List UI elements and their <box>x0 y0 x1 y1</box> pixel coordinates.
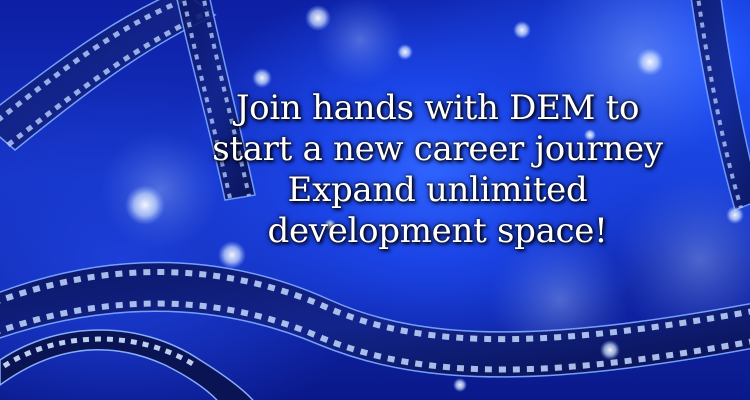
bokeh-dot <box>600 340 620 360</box>
bokeh-dot <box>305 5 331 31</box>
bokeh-dot <box>252 68 272 88</box>
headline-line-1: Join hands with DEM to <box>235 88 640 128</box>
headline-line-2: start a new career journey <box>212 129 663 169</box>
headline-line-3: Expand unlimited <box>287 170 588 210</box>
bokeh-dot <box>513 21 531 39</box>
headline-text: Join hands with DEM to start a new caree… <box>175 88 700 252</box>
bokeh-dot <box>397 44 413 60</box>
bokeh-dot <box>453 378 467 392</box>
bokeh-dot <box>636 48 664 76</box>
bokeh-dot <box>726 206 744 224</box>
recruitment-banner: Join hands with DEM to start a new caree… <box>0 0 750 400</box>
bokeh-dot <box>125 185 165 225</box>
film-strip-curl <box>0 329 254 400</box>
headline-line-4: development space! <box>267 211 608 251</box>
